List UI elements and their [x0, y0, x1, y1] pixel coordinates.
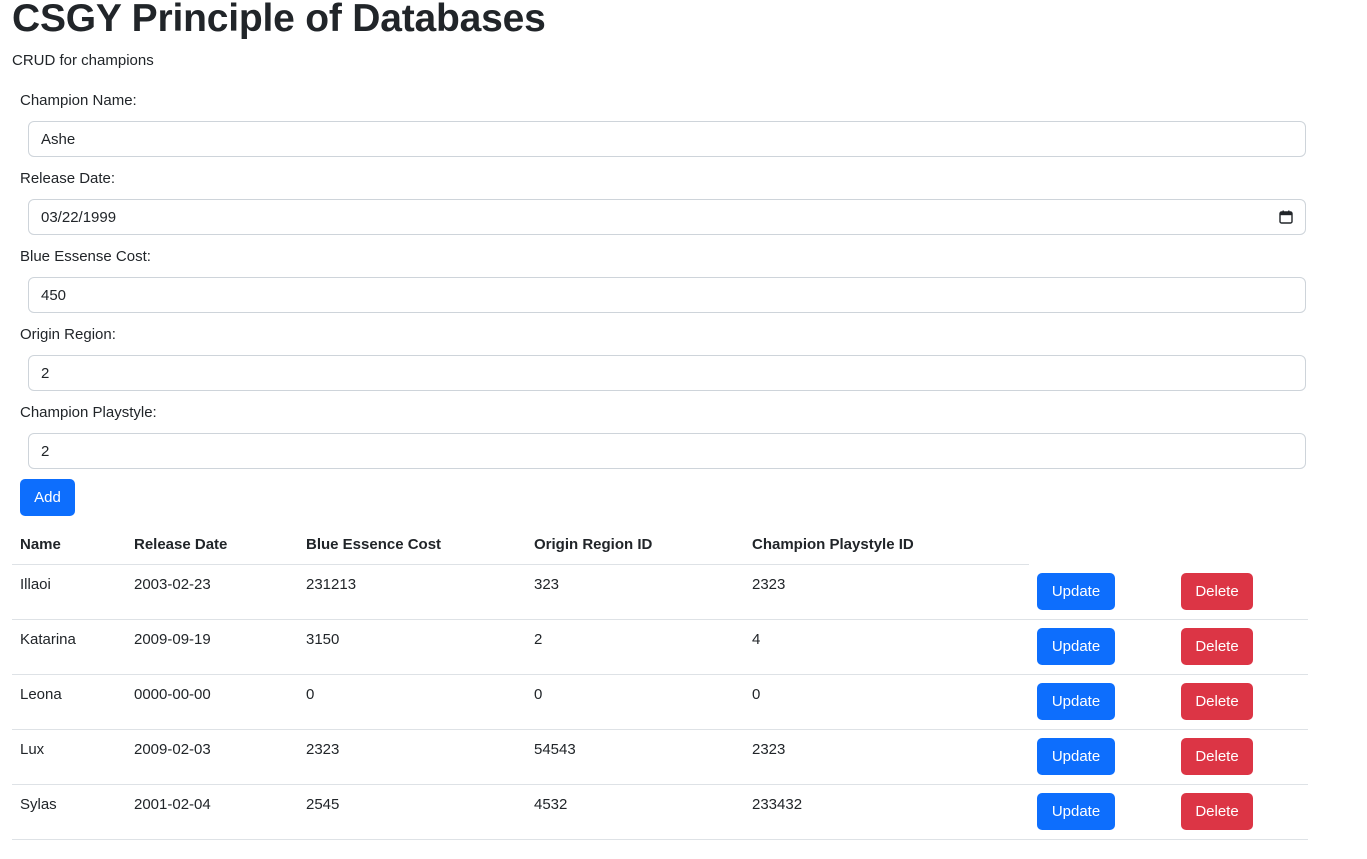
- cell-champion-playstyle-id: 0: [744, 674, 1029, 730]
- cell-blue-essence-cost: 231213: [298, 564, 526, 620]
- blue-essence-cost-label: Blue Essense Cost:: [20, 248, 151, 265]
- cell-champion-playstyle-id: 233432: [744, 784, 1029, 840]
- cell-update: Update: [1029, 564, 1173, 620]
- delete-button[interactable]: Delete: [1181, 738, 1253, 775]
- cell-blue-essence-cost: 2545: [298, 784, 526, 840]
- cell-delete: Delete: [1173, 619, 1308, 675]
- update-button[interactable]: Update: [1037, 738, 1115, 775]
- delete-button[interactable]: Delete: [1181, 573, 1253, 610]
- calendar-icon[interactable]: [1279, 210, 1293, 224]
- cell-name: Katarina: [12, 619, 126, 675]
- cell-update: Update: [1029, 674, 1173, 730]
- cell-update: Update: [1029, 619, 1173, 675]
- cell-blue-essence-cost: 3150: [298, 619, 526, 675]
- table-row: Sylas 2001-02-04 2545 4532 233432 Update…: [12, 784, 1308, 840]
- cell-release-date: 2009-02-03: [126, 729, 298, 785]
- update-button[interactable]: Update: [1037, 683, 1115, 720]
- update-button[interactable]: Update: [1037, 628, 1115, 665]
- table-row: Katarina 2009-09-19 3150 2 4 Update Dele…: [12, 619, 1308, 675]
- page: CSGY Principle of Databases CRUD for cha…: [0, 0, 1367, 859]
- cell-delete: Delete: [1173, 729, 1308, 785]
- cell-delete: Delete: [1173, 674, 1308, 730]
- blue-essence-cost-input[interactable]: 450: [28, 277, 1306, 313]
- cell-origin-region-id: 2: [526, 619, 744, 675]
- cell-origin-region-id: 323: [526, 564, 744, 620]
- table-row: Lux 2009-02-03 2323 54543 2323 Update De…: [12, 729, 1308, 785]
- cell-blue-essence-cost: 0: [298, 674, 526, 730]
- table-header-row: Name Release Date Blue Essence Cost Orig…: [12, 524, 1308, 565]
- blue-essence-cost-value: 450: [41, 286, 67, 304]
- origin-region-value: 2: [41, 364, 50, 382]
- table-row: Leona 0000-00-00 0 0 0 Update Delete: [12, 674, 1308, 730]
- add-button[interactable]: Add: [20, 479, 75, 516]
- column-header-release-date: Release Date: [126, 524, 298, 565]
- cell-name: Lux: [12, 729, 126, 785]
- column-header-name: Name: [12, 524, 126, 565]
- champion-playstyle-label: Champion Playstyle:: [20, 404, 157, 421]
- delete-button[interactable]: Delete: [1181, 683, 1253, 720]
- cell-release-date: 0000-00-00: [126, 674, 298, 730]
- page-subtitle: CRUD for champions: [12, 52, 154, 69]
- column-header-delete: [1173, 524, 1308, 565]
- cell-blue-essence-cost: 2323: [298, 729, 526, 785]
- champion-name-value: Ashe: [41, 130, 76, 148]
- champion-name-label: Champion Name:: [20, 92, 137, 109]
- cell-update: Update: [1029, 784, 1173, 840]
- page-title: CSGY Principle of Databases: [12, 0, 546, 40]
- column-header-origin-region-id: Origin Region ID: [526, 524, 744, 565]
- table-row: Illaoi 2003-02-23 231213 323 2323 Update…: [12, 564, 1308, 620]
- release-date-value: 03/22/1999: [41, 208, 117, 226]
- origin-region-label: Origin Region:: [20, 326, 116, 343]
- release-date-input[interactable]: 03/22/1999: [28, 199, 1306, 235]
- cell-champion-playstyle-id: 2323: [744, 564, 1029, 620]
- cell-name: Sylas: [12, 784, 126, 840]
- cell-champion-playstyle-id: 2323: [744, 729, 1029, 785]
- update-button[interactable]: Update: [1037, 793, 1115, 830]
- champion-name-input[interactable]: Ashe: [28, 121, 1306, 157]
- cell-origin-region-id: 54543: [526, 729, 744, 785]
- delete-button[interactable]: Delete: [1181, 628, 1253, 665]
- column-header-champion-playstyle-id: Champion Playstyle ID: [744, 524, 1029, 565]
- cell-release-date: 2009-09-19: [126, 619, 298, 675]
- cell-name: Leona: [12, 674, 126, 730]
- update-button[interactable]: Update: [1037, 573, 1115, 610]
- column-header-update: [1029, 524, 1173, 565]
- release-date-label: Release Date:: [20, 170, 116, 187]
- champion-playstyle-input[interactable]: 2: [28, 433, 1306, 469]
- cell-origin-region-id: 4532: [526, 784, 744, 840]
- cell-release-date: 2001-02-04: [126, 784, 298, 840]
- cell-release-date: 2003-02-23: [126, 564, 298, 620]
- cell-name: Illaoi: [12, 564, 126, 620]
- cell-delete: Delete: [1173, 784, 1308, 840]
- cell-champion-playstyle-id: 4: [744, 619, 1029, 675]
- champion-playstyle-value: 2: [41, 442, 50, 460]
- cell-update: Update: [1029, 729, 1173, 785]
- delete-button[interactable]: Delete: [1181, 793, 1253, 830]
- column-header-blue-essence-cost: Blue Essence Cost: [298, 524, 526, 565]
- origin-region-input[interactable]: 2: [28, 355, 1306, 391]
- champions-table: Name Release Date Blue Essence Cost Orig…: [12, 524, 1308, 840]
- cell-origin-region-id: 0: [526, 674, 744, 730]
- cell-delete: Delete: [1173, 564, 1308, 620]
